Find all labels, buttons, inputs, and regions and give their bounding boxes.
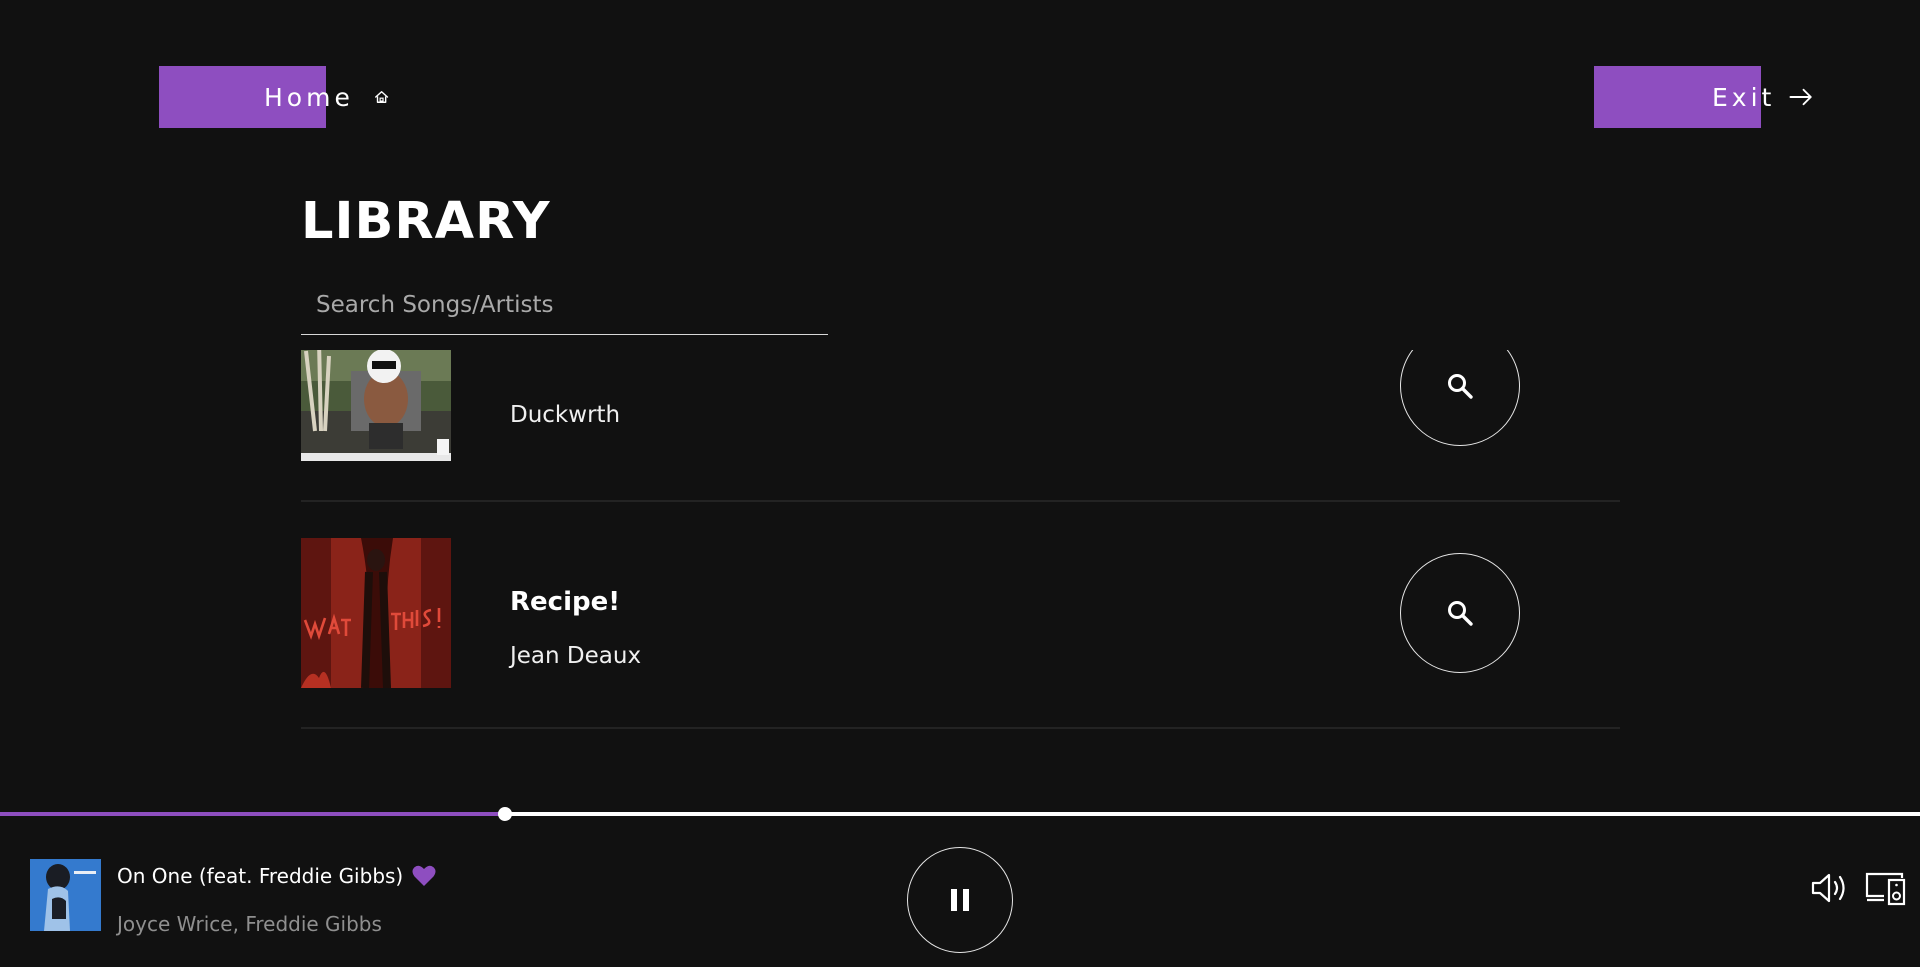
search-field bbox=[301, 276, 828, 335]
search-input[interactable] bbox=[301, 276, 828, 334]
search-icon bbox=[1448, 601, 1473, 626]
exit-button[interactable]: Exit bbox=[1594, 66, 1814, 128]
device-icon[interactable] bbox=[1864, 870, 1906, 906]
now-playing-cover-image bbox=[30, 859, 101, 931]
now-playing-title[interactable]: On One (feat. Freddie Gibbs) bbox=[117, 864, 403, 888]
page-title: LIBRARY bbox=[301, 192, 551, 251]
now-playing-title-row: On One (feat. Freddie Gibbs) bbox=[117, 864, 437, 888]
volume-icon[interactable] bbox=[1810, 872, 1850, 904]
track-search-button[interactable] bbox=[1400, 553, 1520, 673]
artist-link[interactable]: Freddie Gibbs bbox=[245, 912, 382, 936]
album-cover-image bbox=[301, 538, 451, 688]
progress-fill bbox=[0, 812, 505, 816]
album-cover-image bbox=[301, 350, 451, 461]
artist-separator: , bbox=[232, 912, 246, 936]
track-title: Recipe! bbox=[510, 587, 621, 617]
track-list: Duckwrth Recipe! Jean Deaux bbox=[301, 350, 1620, 750]
search-icon bbox=[1448, 374, 1473, 399]
album-cover bbox=[301, 538, 451, 688]
album-cover bbox=[301, 350, 451, 461]
home-icon bbox=[374, 91, 388, 103]
progress-handle[interactable] bbox=[497, 807, 512, 821]
track-artist[interactable]: Jean Deaux bbox=[510, 643, 641, 669]
arrow-right-icon bbox=[1789, 88, 1813, 106]
now-playing-cover[interactable] bbox=[30, 859, 101, 931]
exit-button-label: Exit bbox=[1712, 82, 1776, 112]
track-row: Recipe! Jean Deaux bbox=[301, 501, 1620, 729]
music-library-page: Home Exit LIBRARY Search Songs/Artists D… bbox=[0, 0, 1920, 967]
track-row: Duckwrth bbox=[301, 350, 1620, 502]
now-playing-artists: Joyce Wrice, Freddie Gibbs bbox=[117, 912, 382, 936]
home-button-label: Home bbox=[264, 82, 354, 112]
playback-progress-bar[interactable] bbox=[0, 807, 1920, 821]
pause-button[interactable] bbox=[907, 847, 1013, 953]
heart-icon[interactable] bbox=[411, 864, 437, 888]
track-artist[interactable]: Duckwrth bbox=[510, 402, 620, 428]
pause-icon bbox=[951, 889, 969, 911]
home-button[interactable]: Home bbox=[159, 66, 389, 128]
artist-link[interactable]: Joyce Wrice bbox=[117, 912, 233, 936]
track-search-button[interactable] bbox=[1400, 350, 1520, 446]
